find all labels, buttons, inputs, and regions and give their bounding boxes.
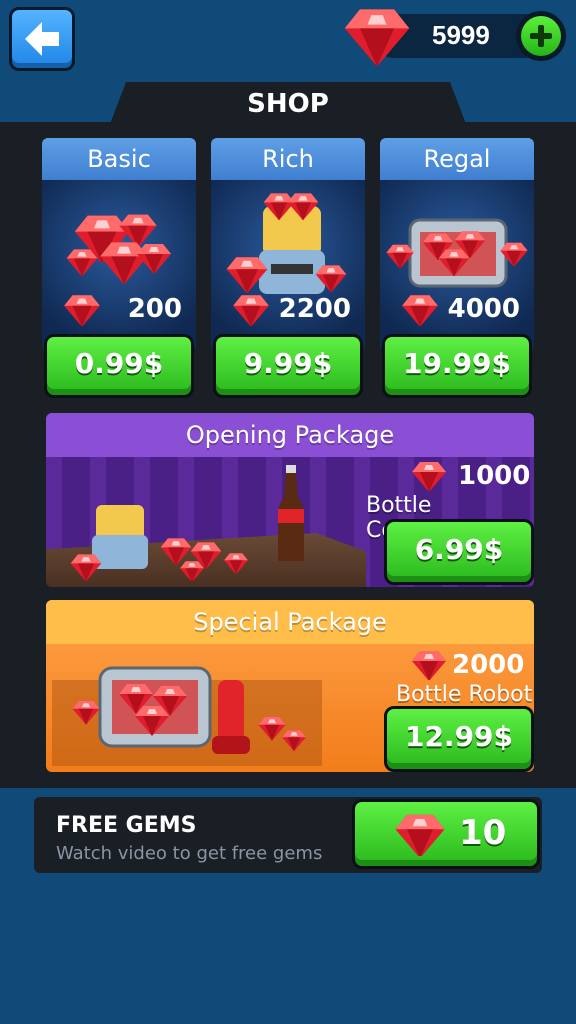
- buy-special-package-button[interactable]: 12.99$: [384, 706, 534, 772]
- ruby-gem-icon: [412, 651, 446, 680]
- add-gems-button[interactable]: [516, 11, 566, 61]
- free-gems-title: FREE GEMS: [56, 813, 197, 838]
- cola-bottle-icon: [278, 465, 304, 561]
- tier-card-basic: Basic 200 0.99$: [42, 138, 196, 400]
- shop-title: SHOP: [247, 89, 329, 119]
- tier-name: Regal: [380, 138, 534, 180]
- watch-video-button[interactable]: 10: [352, 799, 540, 869]
- ruby-gem-icon: [233, 295, 269, 326]
- buy-opening-package-button[interactable]: 6.99$: [384, 519, 534, 585]
- plus-icon: [521, 16, 561, 56]
- package-title: Special Package: [46, 600, 534, 644]
- top-bar: 5999: [0, 0, 576, 90]
- special-package: Special Package 2000 Bottle Robot 12.99$: [46, 600, 534, 772]
- ruby-gem-icon: [395, 814, 445, 856]
- back-button[interactable]: [9, 7, 75, 71]
- free-gems-panel: FREE GEMS Watch video to get free gems 1…: [34, 797, 542, 873]
- package-gem-amount: 2000: [452, 650, 525, 680]
- ruby-gem-icon: [344, 9, 410, 67]
- package-title: Opening Package: [46, 413, 534, 457]
- buy-regal-button[interactable]: 19.99$: [382, 334, 532, 398]
- tier-name: Rich: [211, 138, 365, 180]
- tier-card-rich: Rich 2200 9.99$: [211, 138, 365, 400]
- free-gems-subtitle: Watch video to get free gems: [56, 843, 323, 864]
- shop-header: SHOP: [110, 82, 466, 124]
- free-gems-reward: 10: [459, 813, 507, 853]
- gem-chest-icon: [52, 666, 322, 766]
- tier-gem-amount: 200: [127, 294, 182, 324]
- tier-card-regal: Regal 4000 19.99$: [380, 138, 534, 400]
- ruby-gem-icon: [402, 295, 438, 326]
- package-bonus-item: Bottle Robot: [396, 682, 533, 707]
- tier-gem-amount: 2200: [278, 294, 351, 324]
- buy-basic-button[interactable]: 0.99$: [44, 334, 194, 398]
- gem-sack-icon: [70, 505, 248, 581]
- ruby-gem-icon: [412, 462, 446, 491]
- gem-balance-value: 5999: [432, 20, 490, 50]
- package-gem-amount: 1000: [458, 461, 531, 491]
- ruby-gem-icon: [64, 295, 100, 326]
- tier-name: Basic: [42, 138, 196, 180]
- gem-balance: 5999: [344, 9, 566, 67]
- buy-rich-button[interactable]: 9.99$: [213, 334, 363, 398]
- opening-package: Opening Package 1000 Bottle Cocacola 6.9…: [46, 413, 534, 587]
- arrow-left-icon: [25, 22, 59, 56]
- tier-gem-amount: 4000: [447, 294, 520, 324]
